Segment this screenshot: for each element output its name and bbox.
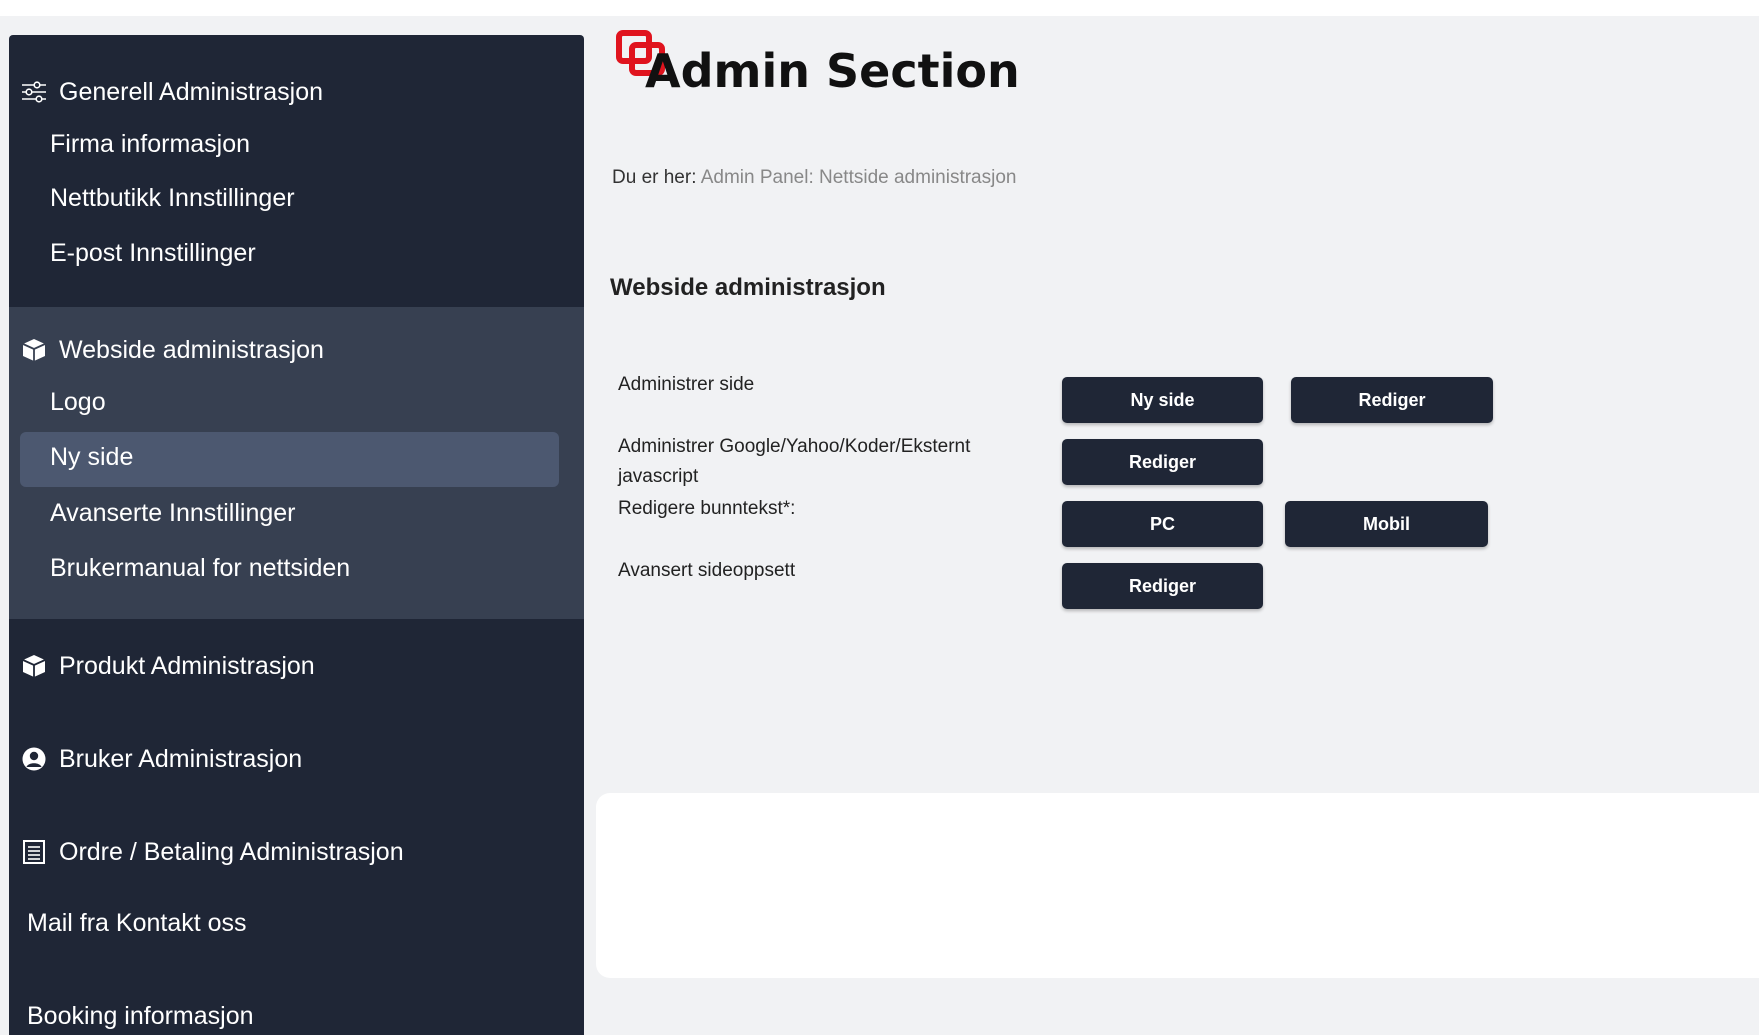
sidebar-header-user[interactable]: Bruker Administrasjon — [19, 744, 302, 774]
sidebar-header-general[interactable]: Generell Administrasjon — [19, 77, 323, 107]
box-icon — [19, 335, 49, 365]
row-label-avansert-sideoppsett: Avansert sideoppsett — [618, 560, 796, 581]
sidebar-item-nettbutikk-innstillinger[interactable]: Nettbutikk Innstillinger — [50, 184, 295, 213]
sidebar-item-epost-innstillinger[interactable]: E-post Innstillinger — [50, 239, 256, 268]
sidebar-header-user-label: Bruker Administrasjon — [59, 744, 303, 773]
sidebar-section-general: Generell Administrasjon Firma informasjo… — [9, 35, 584, 307]
user-circle-icon — [19, 744, 49, 774]
sidebar-section-website: Webside administrasjon Logo Ny side Avan… — [9, 307, 584, 619]
sidebar-header-product-label: Produkt Administrasjon — [59, 651, 315, 680]
row-label-bunntekst: Redigere bunntekst*: — [618, 498, 796, 519]
rediger-sideoppsett-button[interactable]: Rediger — [1062, 563, 1263, 609]
sidebar-item-booking[interactable]: Booking informasjon — [27, 1002, 254, 1031]
breadcrumb-trail[interactable]: Admin Panel: Nettside administrasjon — [701, 167, 1017, 188]
content-panel — [596, 793, 1759, 978]
breadcrumb-prefix: Du er her: — [612, 167, 697, 188]
bunntekst-mobil-button[interactable]: Mobil — [1285, 501, 1488, 547]
page-title: Admin Section — [645, 44, 1020, 98]
bunntekst-pc-button[interactable]: PC — [1062, 501, 1263, 547]
sidebar-header-order[interactable]: Ordre / Betaling Administrasjon — [19, 837, 404, 867]
sliders-icon — [19, 77, 49, 107]
ny-side-button[interactable]: Ny side — [1062, 377, 1263, 423]
sidebar-item-mail-kontakt[interactable]: Mail fra Kontakt oss — [27, 909, 247, 938]
sidebar-item-brukermanual[interactable]: Brukermanual for nettsiden — [50, 554, 350, 583]
row-label-eksternt-javascript: Administrer Google/Yahoo/Koder/Eksternt … — [618, 436, 971, 487]
sidebar-header-product[interactable]: Produkt Administrasjon — [19, 651, 315, 681]
sidebar-header-order-label: Ordre / Betaling Administrasjon — [59, 837, 404, 866]
sidebar-item-logo[interactable]: Logo — [50, 388, 106, 417]
top-strip — [0, 0, 1759, 16]
sidebar-header-general-label: Generell Administrasjon — [59, 77, 324, 106]
breadcrumb: Du er her: Admin Panel: Nettside adminis… — [612, 167, 1016, 189]
sidebar: Generell Administrasjon Firma informasjo… — [9, 35, 584, 1035]
sidebar-item-ny-side[interactable]: Ny side — [50, 443, 133, 472]
box-icon — [19, 651, 49, 681]
rediger-javascript-button[interactable]: Rediger — [1062, 439, 1263, 485]
receipt-icon — [19, 837, 49, 867]
row-label-administrer-side: Administrer side — [618, 374, 755, 395]
sidebar-item-avanserte-innstillinger[interactable]: Avanserte Innstillinger — [50, 499, 296, 528]
sidebar-header-website[interactable]: Webside administrasjon — [19, 335, 324, 365]
sidebar-header-website-label: Webside administrasjon — [59, 335, 324, 364]
sidebar-item-firma-informasjon[interactable]: Firma informasjon — [50, 130, 250, 159]
rediger-side-button[interactable]: Rediger — [1291, 377, 1493, 423]
section-heading: Webside administrasjon — [610, 274, 886, 301]
